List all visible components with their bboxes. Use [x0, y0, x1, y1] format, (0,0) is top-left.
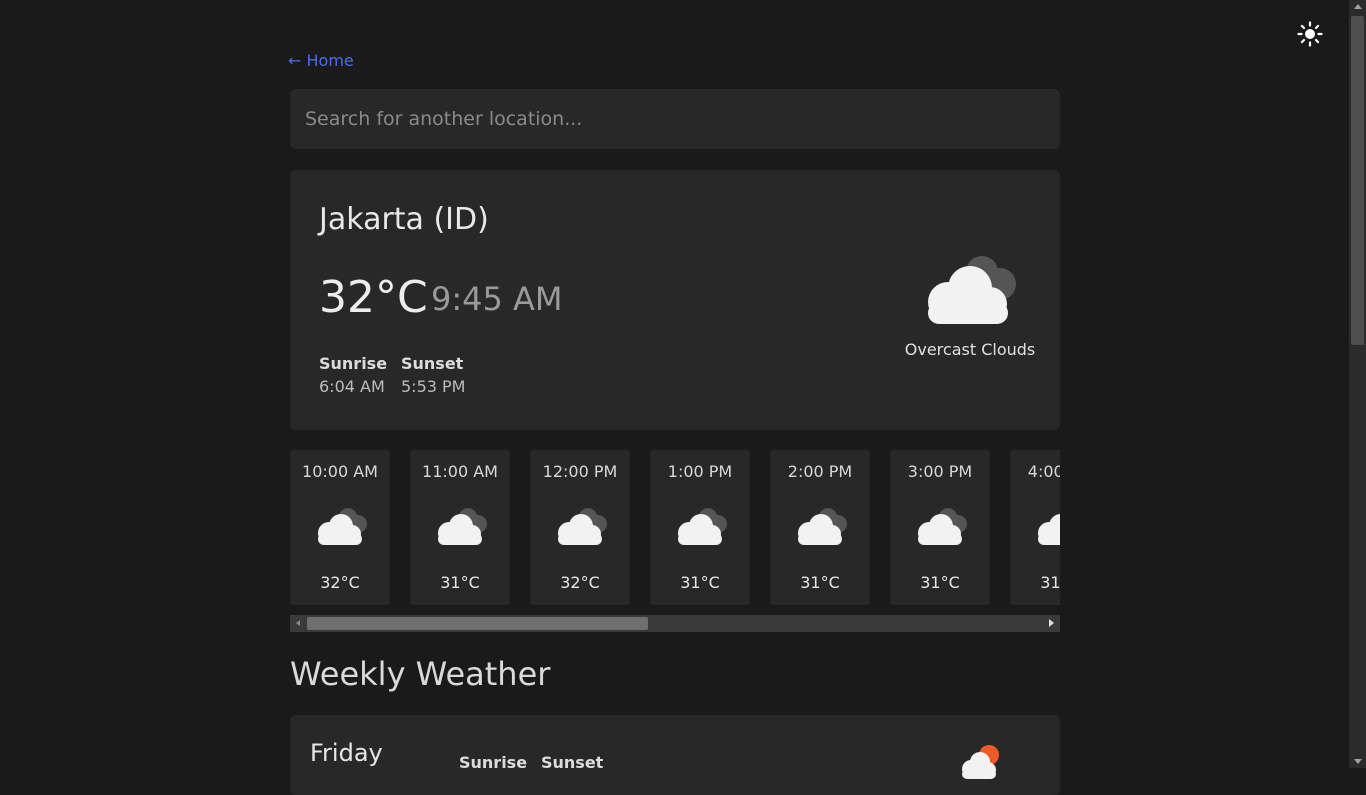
sunrise-label: Sunrise — [319, 354, 388, 373]
day-name: Friday — [310, 739, 383, 767]
overcast-clouds-icon — [678, 508, 727, 545]
sunrise-time: 6:04 AM — [319, 377, 385, 396]
city-name: Jakarta (ID) — [319, 202, 489, 237]
hourly-card: 2:00 PM 31°C — [770, 450, 870, 605]
hour-temperature: 31°C — [680, 573, 720, 592]
overcast-clouds-icon — [558, 508, 607, 545]
hour-temperature: 31°C — [1040, 573, 1060, 592]
hour-time: 10:00 AM — [302, 462, 378, 481]
hour-time: 11:00 AM — [422, 462, 498, 481]
sunset-time: 5:53 PM — [401, 377, 466, 396]
current-temperature: 32°C — [319, 272, 428, 323]
hour-time: 2:00 PM — [787, 462, 853, 481]
overcast-clouds-icon — [1038, 512, 1060, 545]
hourly-scrollbar[interactable] — [290, 615, 1060, 632]
overcast-clouds-icon — [918, 508, 967, 545]
scroll-up-arrow[interactable] — [1354, 4, 1362, 9]
hour-temperature: 31°C — [440, 573, 480, 592]
hour-temperature: 32°C — [320, 573, 360, 592]
weekly-day-card: Friday Sunrise Sunset — [290, 715, 1060, 795]
hour-time: 1:00 PM — [667, 462, 733, 481]
hour-temperature: 31°C — [800, 573, 840, 592]
page-scrollbar-thumb[interactable] — [1351, 16, 1364, 345]
overcast-clouds-icon — [318, 508, 367, 545]
hourly-forecast-scroller[interactable]: 10:00 AM 32°C 11:00 AM 31°C 12:00 PM 32°… — [290, 450, 1060, 605]
theme-toggle-button[interactable] — [1296, 20, 1324, 48]
sunrise-label: Sunrise — [459, 753, 528, 772]
overcast-clouds-icon — [438, 508, 487, 545]
current-weather-card: Jakarta (ID) 32°C 9:45 AM Sunrise 6:04 A… — [290, 170, 1060, 430]
hourly-card: 10:00 AM 32°C — [290, 450, 390, 605]
scroll-down-arrow[interactable] — [1354, 759, 1362, 764]
sunset-label: Sunset — [401, 354, 464, 373]
home-link[interactable]: ← Home — [288, 51, 354, 70]
weekly-weather-heading: Weekly Weather — [290, 655, 551, 693]
weather-condition: Overcast Clouds — [904, 340, 1036, 359]
hour-time: 3:00 PM — [907, 462, 973, 481]
hourly-card: 12:00 PM 32°C — [530, 450, 630, 605]
scroll-left-arrow[interactable] — [296, 620, 300, 626]
hourly-card: 4:00 PM 31°C — [1010, 450, 1060, 605]
overcast-clouds-icon — [928, 256, 1016, 324]
hourly-scrollbar-thumb[interactable] — [307, 617, 648, 630]
scroll-right-arrow[interactable] — [1049, 619, 1054, 627]
hour-temperature: 32°C — [560, 573, 600, 592]
hour-time: 4:00 PM — [1027, 462, 1060, 481]
overcast-clouds-icon — [798, 508, 847, 545]
hourly-card: 3:00 PM 31°C — [890, 450, 990, 605]
location-search-input[interactable] — [290, 89, 1060, 149]
current-time: 9:45 AM — [431, 280, 563, 318]
sunset-label: Sunset — [541, 753, 604, 772]
sun-icon — [1297, 21, 1323, 47]
hourly-card: 1:00 PM 31°C — [650, 450, 750, 605]
hourly-card: 11:00 AM 31°C — [410, 450, 510, 605]
hour-time: 12:00 PM — [542, 462, 618, 481]
hour-temperature: 31°C — [920, 573, 960, 592]
cloud-sun-icon — [962, 745, 999, 779]
page-scrollbar[interactable] — [1349, 0, 1366, 768]
